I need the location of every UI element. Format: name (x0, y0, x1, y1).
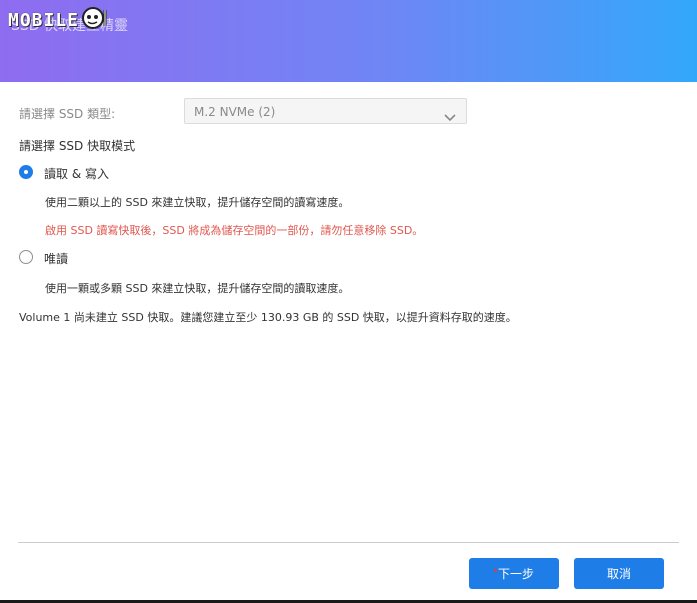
radio-read-write[interactable] (19, 165, 33, 179)
footer-divider (18, 542, 679, 543)
required-marker (493, 569, 497, 572)
chevron-down-icon (444, 107, 456, 126)
next-button[interactable]: 下一步 (469, 558, 559, 589)
read-write-description: 使用二顆以上的 SSD 來建立快取，提升儲存空間的讀寫速度。 (45, 196, 350, 209)
watermark-logo: MOBILE (8, 6, 109, 34)
ssd-type-select[interactable]: M.2 NVMe (2) (184, 98, 467, 124)
wizard-header: SSD 快取建立精靈 MOBILE (0, 0, 697, 82)
read-only-description: 使用一顆或多顆 SSD 來建立快取，提升儲存空間的讀取速度。 (45, 282, 350, 295)
radio-read-only[interactable] (19, 250, 33, 264)
robot-face-icon (81, 6, 109, 34)
cache-mode-label: 請選擇 SSD 快取模式 (19, 139, 136, 153)
read-write-warning: 啟用 SSD 讀寫快取後，SSD 將成為儲存空間的一部份，請勿任意移除 SSD。 (45, 224, 424, 237)
ssd-type-label: 請選擇 SSD 類型: (19, 107, 116, 121)
read-write-label[interactable]: 讀取 & 寫入 (44, 165, 109, 182)
read-only-label[interactable]: 唯讀 (44, 250, 68, 267)
ssd-type-value: M.2 NVMe (2) (194, 105, 276, 119)
cancel-button[interactable]: 取消 (574, 558, 664, 589)
logo-text: MOBILE (8, 9, 80, 31)
next-button-label: 下一步 (497, 567, 534, 581)
cache-recommendation: Volume 1 尚未建立 SSD 快取。建議您建立至少 130.93 GB 的… (19, 311, 517, 324)
